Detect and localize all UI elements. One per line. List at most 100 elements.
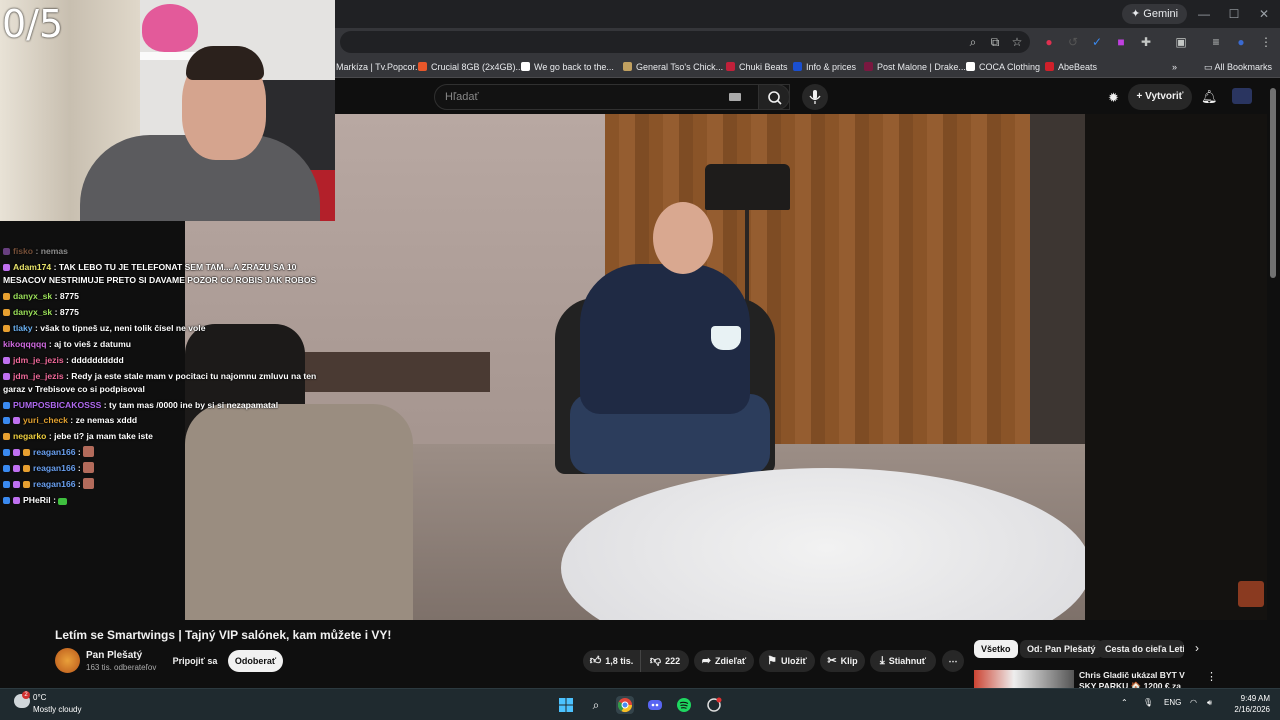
bookmark-item[interactable]: Chuki Beats [726,60,788,74]
search-input[interactable]: Hľadať [434,84,790,110]
dislike-button[interactable]: 👎︎ 222 [640,650,689,672]
taskbar-search-icon[interactable]: ⌕ [587,696,605,714]
download-button[interactable]: ⤓ Stiahnuť [870,650,936,672]
bookmark-item[interactable]: We go back to the... [521,60,614,74]
volume-icon[interactable]: 🔊︎ [1207,698,1212,708]
bookmark-item[interactable]: Crucial 8GB (2x4GB)... [418,60,523,74]
chat-message: reagan166 : [3,446,333,459]
channel-avatar[interactable] [55,648,80,673]
chip-from-channel[interactable]: Od: Pan Plešatý [1020,640,1103,658]
share-button[interactable]: ➦ Zdieľať [694,650,754,672]
bookmark-favicon [793,62,802,71]
chat-message: yuri_check : ze nemas xddd [3,414,333,427]
clip-button[interactable]: ✂ Klip [820,650,865,672]
chat-message: reagan166 : [3,462,333,475]
puzzle-icon[interactable]: ✚ [1138,34,1154,50]
bookmark-favicon [521,62,530,71]
minimize-icon[interactable]: — [1193,4,1215,24]
chat-message: jdm_je_jezis : dddddddddd [3,354,333,367]
extension-icon[interactable]: ● [1041,34,1057,50]
subscriber-count: 163 tis. odberateľov [86,663,157,672]
bookmark-favicon [1045,62,1054,71]
sidepanel-icon[interactable]: ▣ [1173,34,1189,50]
recommended-title[interactable]: Chris Gladič ukázal BYT V SKY PARKU 🏠 12… [1079,670,1204,688]
folder-icon: ▭ [1204,62,1215,72]
close-icon[interactable]: ✕ [1253,4,1275,24]
cast-icon[interactable]: ⧉ [987,34,1003,50]
channel-name[interactable]: Pan Plešatý [86,650,142,661]
chat-message: kikoqqqqq : aj to vieš z datumu [3,339,131,349]
channel-watermark[interactable] [1238,581,1264,607]
chat-message: PUMPOSBICAKOSSS : ty tam mas /0000 ine b… [3,399,333,412]
mic-tray-icon[interactable]: 🎙︎ [1143,698,1153,707]
save-icon: ⚑ [767,655,778,667]
settings-icon[interactable]: ✹ [1108,90,1119,106]
extension-icon[interactable]: ↺ [1065,34,1081,50]
reading-list-icon[interactable]: ≡ [1208,34,1224,50]
search-icon [768,91,782,105]
bookmark-favicon [623,62,632,71]
voice-search-button[interactable] [802,84,828,110]
profile-avatar[interactable]: ● [1233,34,1249,50]
app-icon[interactable] [705,696,723,714]
chat-message: reagan166 : [3,478,333,491]
extension-icon[interactable]: ✓ [1089,34,1105,50]
keyboard-icon[interactable] [729,93,741,101]
search-button[interactable] [758,84,790,110]
wifi-icon[interactable]: ◠ [1190,698,1197,707]
save-button[interactable]: ⚑ Uložiť [759,650,815,672]
page-scrollbar[interactable] [1270,88,1276,278]
bookmark-item[interactable]: COCA Clothing [966,60,1040,74]
create-button[interactable]: + Vytvoriť [1128,84,1192,110]
bookmarks-overflow-icon[interactable]: » [1172,60,1177,74]
gemini-icon: ✦ [1131,8,1144,20]
chip-topic[interactable]: Cesta do cieľa Letisk [1098,640,1184,658]
plus-icon: + [1136,91,1146,102]
subscribe-button[interactable]: Odoberať [228,650,283,672]
chat-message: danyx_sk : 8775 [3,306,333,319]
discord-icon[interactable] [646,696,664,714]
recommended-thumbnail[interactable] [974,670,1074,688]
bell-icon[interactable]: 🔔︎ [1201,89,1218,105]
webcam-overlay: 0/5 [0,0,335,221]
menu-icon[interactable]: ⋮ [1258,34,1274,50]
emote-icon [83,478,95,489]
language-indicator[interactable]: ENG [1164,698,1181,707]
goal-counter: 0/5 [2,2,64,46]
bookmark-item[interactable]: Post Malone | Drake... [864,60,966,74]
zoom-icon[interactable]: ⌕ [965,34,981,50]
system-clock[interactable]: 9:49 AM 2/16/2026 [1228,693,1270,715]
scissors-icon: ✂ [827,655,837,667]
chrome-icon[interactable] [616,696,634,714]
bookmark-favicon [726,62,735,71]
bookmark-item[interactable]: Markíza | Tv.Popcor... [336,60,423,74]
dislike-icon: 👎︎ [649,655,662,667]
chat-message: tlaky : však to tipneš uz, neni tolik čí… [3,322,333,335]
more-icon[interactable]: ⋮ [1206,670,1217,683]
address-bar[interactable]: ⌕ ⧉ ☆ [340,31,1030,53]
bookmark-item[interactable]: Info & prices [793,60,856,74]
gemini-button[interactable]: ✦ Gemini [1122,4,1188,24]
all-bookmarks-button[interactable]: ▭ All Bookmarks [1204,60,1272,74]
weather-condition: Mostly cloudy [33,705,82,714]
like-button[interactable]: 👍︎ 1,8 tis. [583,650,640,672]
maximize-icon[interactable]: ☐ [1223,4,1245,24]
join-button[interactable]: Pripojiť sa [167,650,223,672]
download-icon: ⤓ [879,655,885,667]
extension-icon[interactable]: ■ [1113,34,1129,50]
chevron-right-icon[interactable]: › [1195,641,1199,655]
bookmark-item[interactable]: AbeBeats [1045,60,1097,74]
more-actions-button[interactable]: ⋯ [942,650,964,672]
bookmark-star-icon[interactable]: ☆ [1009,34,1025,50]
chip-all[interactable]: Všetko [974,640,1018,658]
bookmark-favicon [418,62,427,71]
avatar[interactable] [1232,88,1252,104]
bookmark-item[interactable]: General Tso's Chick... [623,60,723,74]
windows-start-icon[interactable] [557,696,575,714]
like-icon: 👍︎ [589,655,602,667]
chevron-up-icon[interactable]: ⌃ [1121,698,1128,707]
spotify-icon[interactable] [675,696,693,714]
chat-message: fisko : nemas [3,245,333,258]
video-title: Letím se Smartwings | Tajný VIP salónek,… [55,628,392,642]
more-icon: ⋯ [948,656,958,666]
